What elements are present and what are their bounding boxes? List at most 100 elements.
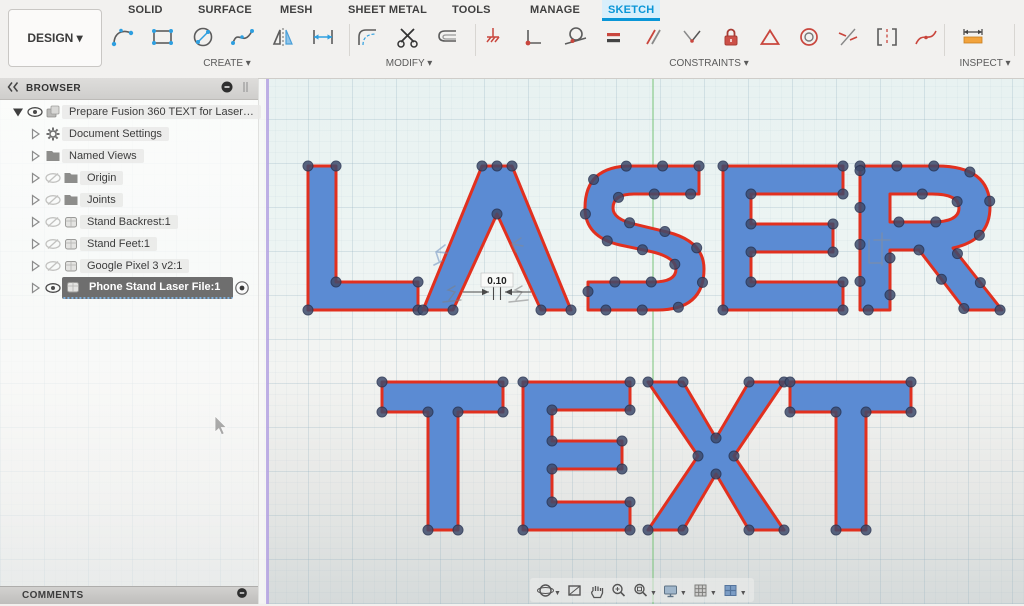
component-group-icon[interactable] (44, 103, 62, 121)
grid-settings-dropdown-caret[interactable]: ▼ (710, 590, 717, 597)
sketch-point-handle[interactable] (492, 209, 502, 219)
expander-closed-icon[interactable] (26, 213, 44, 231)
mirror-icon[interactable] (268, 22, 298, 52)
sketch-point-handle[interactable] (746, 247, 756, 257)
sketch-point-handle[interactable] (303, 305, 313, 315)
sketch-point-handle[interactable] (785, 377, 795, 387)
tab-manage[interactable]: MANAGE (524, 0, 586, 20)
panel-grip-icon[interactable] (236, 78, 254, 99)
sketch-point-handle[interactable] (892, 161, 902, 171)
sketch-point-handle[interactable] (855, 166, 865, 176)
expander-open-icon[interactable] (8, 103, 26, 121)
orbit-dropdown-caret[interactable]: ▼ (554, 590, 561, 597)
activate-component-radio[interactable] (233, 279, 251, 297)
sketch-point-handle[interactable] (785, 407, 795, 417)
eye-hidden-icon[interactable] (44, 235, 62, 253)
sketch-point-handle[interactable] (746, 277, 756, 287)
cube-icon[interactable] (62, 213, 80, 231)
sketch-point-handle[interactable] (303, 161, 313, 171)
comments-badge-icon[interactable] (234, 585, 250, 606)
offset-icon[interactable] (433, 22, 463, 52)
sketch-point-handle[interactable] (601, 305, 611, 315)
ground-icon[interactable] (482, 22, 512, 52)
sketch-point-handle[interactable] (885, 253, 895, 263)
sketch-point-handle[interactable] (418, 305, 428, 315)
sketch-point-handle[interactable] (423, 525, 433, 535)
sketch-point-handle[interactable] (658, 161, 668, 171)
fillet-icon[interactable] (353, 22, 383, 52)
sketch-letter-T2[interactable] (790, 382, 911, 530)
tab-solid[interactable]: SOLID (122, 0, 169, 20)
sketch-point-handle[interactable] (331, 277, 341, 287)
midpoint-icon[interactable] (755, 22, 785, 52)
sketch-point-handle[interactable] (906, 377, 916, 387)
group-label[interactable]: CONSTRAINTS ▾ (669, 58, 748, 69)
sketch-point-handle[interactable] (536, 305, 546, 315)
browser-row[interactable]: Origin (0, 167, 258, 188)
sketch-letter-E[interactable] (723, 166, 843, 310)
sketch-point-handle[interactable] (744, 377, 754, 387)
group-label[interactable]: INSPECT ▾ (960, 58, 1011, 69)
sketch-point-handle[interactable] (975, 278, 985, 288)
browser-row[interactable]: Joints (0, 189, 258, 210)
sketch-point-handle[interactable] (952, 197, 962, 207)
tab-surface[interactable]: SURFACE (192, 0, 258, 20)
sketch-point-handle[interactable] (906, 407, 916, 417)
sketch-point-handle[interactable] (931, 217, 941, 227)
comments-bar[interactable]: COMMENTS (0, 586, 258, 604)
gear-icon[interactable] (44, 125, 62, 143)
sketch-point-handle[interactable] (965, 167, 975, 177)
sketch-point-handle[interactable] (518, 525, 528, 535)
sketch-point-handle[interactable] (583, 286, 593, 296)
folder-icon[interactable] (44, 147, 62, 165)
group-label[interactable]: MODIFY ▾ (386, 58, 433, 69)
sketch-point-handle[interactable] (610, 277, 620, 287)
sketch-point-handle[interactable] (678, 525, 688, 535)
circle-icon[interactable] (188, 22, 218, 52)
sketch-point-handle[interactable] (413, 277, 423, 287)
sketch-point-handle[interactable] (746, 189, 756, 199)
sketch-point-handle[interactable] (643, 377, 653, 387)
spline-icon[interactable] (228, 22, 258, 52)
sketch-point-handle[interactable] (914, 245, 924, 255)
sketch-point-handle[interactable] (625, 377, 635, 387)
browser-row-label[interactable]: Origin (80, 171, 123, 185)
tab-sketch[interactable]: SKETCH (602, 0, 660, 21)
group-label[interactable]: CREATE ▾ (203, 58, 251, 69)
browser-row-label[interactable]: Prepare Fusion 360 TEXT for Laser… (62, 105, 261, 119)
expander-closed-icon[interactable] (26, 235, 44, 253)
sketch-point-handle[interactable] (779, 525, 789, 535)
eye-icon[interactable] (44, 279, 62, 297)
expander-closed-icon[interactable] (26, 279, 44, 297)
sketch-point-handle[interactable] (678, 377, 688, 387)
browser-row[interactable]: Phone Stand Laser File:1 (0, 277, 258, 298)
sketch-point-handle[interactable] (660, 226, 670, 236)
sketch-point-handle[interactable] (831, 407, 841, 417)
browser-row[interactable]: Document Settings (0, 123, 258, 144)
dimension-icon[interactable] (308, 22, 338, 52)
sketch-point-handle[interactable] (929, 161, 939, 171)
measure-icon[interactable] (958, 22, 988, 52)
viewports-icon[interactable] (720, 579, 742, 601)
sketch-point-handle[interactable] (855, 276, 865, 286)
display-settings-icon[interactable] (660, 579, 682, 601)
sketch-point-handle[interactable] (547, 405, 557, 415)
sketch-point-handle[interactable] (589, 175, 599, 185)
sketch-point-handle[interactable] (686, 189, 696, 199)
symmetry-icon[interactable] (833, 22, 863, 52)
sketch-point-handle[interactable] (617, 464, 627, 474)
sketch-point-handle[interactable] (637, 245, 647, 255)
sketch-point-handle[interactable] (477, 161, 487, 171)
sketch-point-handle[interactable] (692, 243, 702, 253)
sketch-point-handle[interactable] (625, 405, 635, 415)
eye-hidden-icon[interactable] (44, 257, 62, 275)
coincident-icon[interactable] (521, 22, 551, 52)
browser-row-label[interactable]: Named Views (62, 149, 144, 163)
sketch-point-handle[interactable] (718, 161, 728, 171)
sketch-letter-T1[interactable] (382, 382, 503, 530)
sketch-point-handle[interactable] (936, 274, 946, 284)
smooth-icon[interactable] (911, 22, 941, 52)
sketch-point-handle[interactable] (625, 218, 635, 228)
sketch-point-handle[interactable] (649, 189, 659, 199)
concentric-icon[interactable] (794, 22, 824, 52)
